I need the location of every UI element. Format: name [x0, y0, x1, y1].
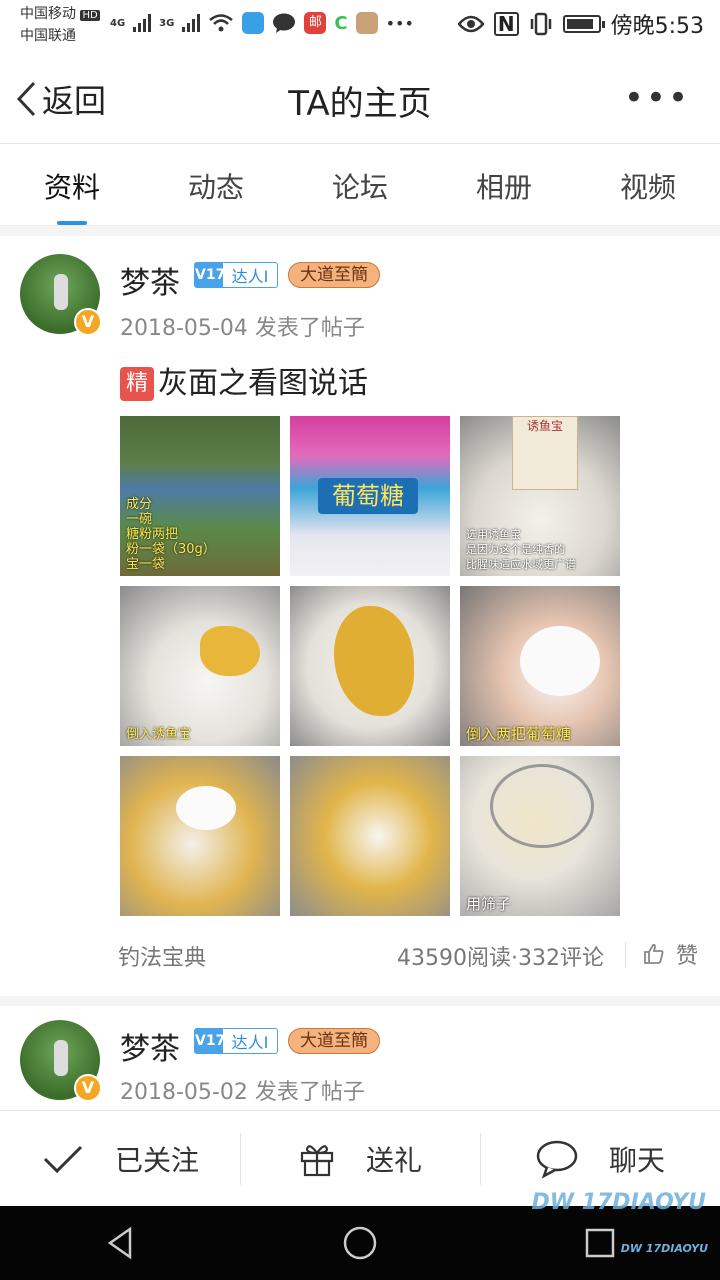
signal-icon [133, 14, 152, 32]
eye-icon [457, 15, 484, 33]
network-type-1: 4G [110, 17, 126, 29]
wifi-icon [209, 14, 234, 32]
vibrate-icon [530, 12, 551, 36]
title-badge: 大道至簡 [288, 262, 380, 288]
post-title[interactable]: 精灰面之看图说话 [120, 358, 368, 402]
chat-bubble-icon [536, 1140, 578, 1179]
square-recents-icon [585, 1228, 615, 1258]
post-source[interactable]: 钓法宝典 [118, 940, 206, 972]
thumbs-up-icon [644, 943, 664, 964]
like-label: 赞 [675, 944, 698, 969]
battery-level [566, 19, 593, 29]
app-notification-icon [242, 12, 265, 34]
nfc-icon: N [493, 12, 519, 36]
post-meta: 2018-05-04 发表了帖子 [120, 316, 365, 341]
level-label: 达人I [231, 1033, 269, 1052]
image-grid: 成分 一碗 糖粉两把 粉一袋（30g） 宝一袋 葡萄糖 诱鱼宝选用诱鱼宝 是因为… [120, 416, 620, 916]
post-image-2[interactable]: 葡萄糖 [290, 416, 450, 576]
post-stats: 43590阅读·332评论 [397, 946, 604, 971]
gift-icon [300, 1144, 334, 1176]
c-app-icon: C [334, 12, 348, 34]
carrier-1: 中国移动 [20, 6, 76, 22]
section-divider [0, 226, 720, 236]
tab-forum[interactable]: 论坛 [288, 144, 432, 225]
post-image-6[interactable]: 倒入两把葡萄糖 [460, 586, 620, 746]
page-title: TA的主页 [288, 84, 432, 124]
level-label: 达人I [231, 267, 269, 286]
post-card[interactable]: V 梦茶 V17 达人I 大道至簡 2018-05-02 发表了帖子 [0, 1006, 720, 1110]
status-icons-right: N 傍晚5:53 [457, 8, 704, 40]
post-image-5[interactable] [290, 586, 450, 746]
vip-level-badge: V17 达人I [194, 1028, 278, 1054]
author-name[interactable]: 梦茶 [120, 258, 180, 302]
tab-video[interactable]: 视频 [576, 144, 720, 225]
author-name[interactable]: 梦茶 [120, 1024, 180, 1068]
verified-badge-icon: V [74, 1074, 102, 1102]
featured-badge: 精 [120, 367, 154, 401]
carrier-info: 中国移动 HD 中国联通 [20, 4, 100, 46]
v-level-icon: V17 [195, 263, 225, 287]
follow-label: 已关注 [114, 1143, 199, 1177]
title-bar: 返回 TA的主页 ••• [0, 50, 720, 144]
image-caption-1: 成分 一碗 糖粉两把 粉一袋（30g） 宝一袋 [126, 497, 216, 572]
watermark-logo-small: DW 17DIAOYU [620, 1242, 708, 1255]
post-office-icon: 邮 [304, 12, 327, 34]
vip-level-badge: V17 达人I [194, 262, 278, 288]
post-footer: 钓法宝典 43590阅读·332评论 赞 [0, 930, 720, 980]
v-level-icon: V17 [195, 1029, 225, 1053]
post-card[interactable]: V 梦茶 V17 达人I 大道至簡 2018-05-04 发表了帖子 精灰面之看… [0, 236, 720, 996]
battery-icon [562, 15, 605, 33]
like-button[interactable]: 赞 [642, 938, 698, 970]
avatar[interactable]: V [20, 254, 102, 336]
post-image-4[interactable]: 倒入诱鱼宝 [120, 586, 280, 746]
network-type-2: 3G [159, 17, 175, 29]
tab-album[interactable]: 相册 [432, 144, 576, 225]
system-nav-bar [0, 1206, 720, 1280]
signal-icon-2 [182, 14, 201, 32]
gift-label: 送礼 [365, 1143, 422, 1177]
title-badge: 大道至簡 [288, 1028, 380, 1054]
footer-divider [625, 942, 626, 968]
triangle-back-icon [107, 1226, 132, 1260]
post-meta: 2018-05-02 发表了帖子 [120, 1080, 365, 1105]
circle-home-icon [343, 1226, 377, 1260]
bag-label: 诱鱼宝 [512, 416, 578, 490]
post-title-text: 灰面之看图说话 [158, 366, 368, 401]
avatar[interactable]: V [20, 1020, 102, 1102]
nav-home-button[interactable] [330, 1213, 390, 1273]
more-menu-button[interactable]: ••• [624, 78, 690, 118]
tab-profile[interactable]: 资料 [0, 144, 144, 225]
post-image-7[interactable] [120, 756, 280, 916]
verified-badge-icon: V [74, 308, 102, 336]
clock: 傍晚5:53 [610, 14, 704, 39]
status-bar: 中国移动 HD 中国联通 4G 3G 邮 C ••• N 傍晚5:53 [0, 0, 720, 50]
watermark-logo: DW 17DIAOYU [531, 1190, 707, 1215]
gift-button[interactable]: 送礼 [240, 1111, 480, 1206]
follow-button[interactable]: 已关注 [0, 1111, 240, 1206]
message-icon [273, 13, 296, 33]
checkmark-icon [43, 1145, 83, 1173]
glucose-label: 葡萄糖 [318, 478, 418, 514]
image-caption-4: 倒入诱鱼宝 [126, 727, 192, 742]
chat-label: 聊天 [608, 1143, 665, 1177]
post-image-8[interactable] [290, 756, 450, 916]
hd-badge: HD [80, 10, 100, 21]
profile-tabs: 资料 动态 论坛 相册 视频 [0, 144, 720, 226]
status-icons-left: 4G 3G 邮 C ••• [110, 8, 414, 38]
image-caption-9: 用筛子 [466, 895, 512, 913]
tab-activity[interactable]: 动态 [144, 144, 288, 225]
box-app-icon [355, 12, 378, 34]
nav-back-button[interactable] [90, 1213, 150, 1273]
more-notifications-icon: ••• [385, 13, 414, 33]
post-divider [0, 996, 720, 1006]
image-caption-3: 选用诱鱼宝 是因为这个是纯香的 比腥味适应水域更广谱 [466, 528, 576, 571]
image-caption-6: 倒入两把葡萄糖 [466, 725, 572, 743]
post-image-3[interactable]: 诱鱼宝选用诱鱼宝 是因为这个是纯香的 比腥味适应水域更广谱 [460, 416, 620, 576]
post-image-9[interactable]: 用筛子 [460, 756, 620, 916]
post-image-1[interactable]: 成分 一碗 糖粉两把 粉一袋（30g） 宝一袋 [120, 416, 280, 576]
carrier-2: 中国联通 [20, 28, 76, 44]
